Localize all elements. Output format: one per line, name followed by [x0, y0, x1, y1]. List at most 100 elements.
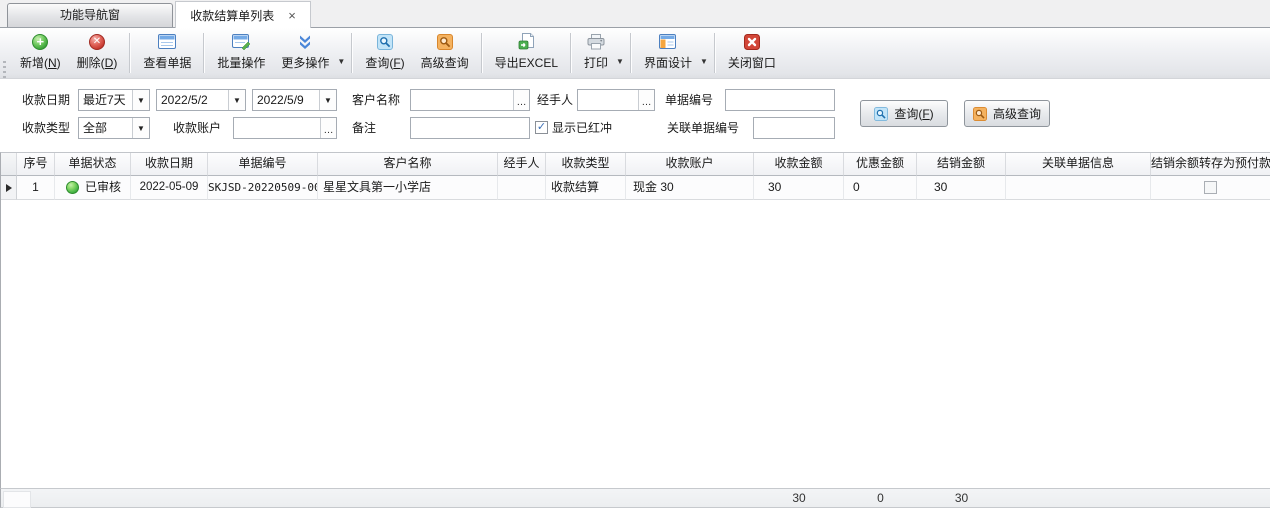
date-from-select[interactable]: 2022/5/2 ▼: [156, 89, 246, 111]
receipt-type-select[interactable]: 全部 ▼: [78, 117, 150, 139]
remark-field: [410, 117, 530, 139]
customer-lookup-ellipsis-button[interactable]: …: [513, 90, 529, 110]
cell-transfer-prepay: [1151, 176, 1270, 200]
doc-no-field: [725, 89, 835, 111]
receipt-account-input[interactable]: [234, 118, 320, 138]
date-range-select[interactable]: 最近7天 ▼: [78, 89, 150, 111]
show-reversed-label[interactable]: 显示已红冲: [552, 117, 612, 139]
toolbar-separator: [570, 33, 572, 73]
add-icon: +: [31, 33, 49, 50]
tab-function-nav[interactable]: 功能导航窗: [7, 3, 173, 27]
chevron-down-icon[interactable]: ▼: [228, 90, 245, 110]
cell-account: 现金 30: [626, 176, 754, 200]
doc-no-input[interactable]: [726, 90, 834, 110]
advanced-query-panel-button[interactable]: 高级查询: [964, 100, 1050, 127]
cell-customer: 星星文具第一小学店: [318, 176, 498, 200]
more-ops-dropdown-caret-icon[interactable]: ▼: [337, 57, 345, 66]
receipt-account-field: …: [233, 117, 337, 139]
chevron-down-icon[interactable]: ▼: [319, 90, 336, 110]
col-header-status[interactable]: 单据状态: [55, 153, 131, 176]
close-window-button[interactable]: 关闭窗口: [720, 28, 784, 78]
cell-date: 2022-05-09: [131, 176, 208, 200]
col-header-date[interactable]: 收款日期: [131, 153, 208, 176]
col-header-account[interactable]: 收款账户: [626, 153, 754, 176]
batch-ops-button[interactable]: 批量操作: [209, 28, 273, 78]
batch-ops-icon: [232, 33, 250, 50]
cell-related: [1006, 176, 1151, 200]
handler-lookup-ellipsis-button[interactable]: …: [638, 90, 654, 110]
ui-design-button[interactable]: 界面设计: [636, 28, 700, 78]
related-doc-no-input[interactable]: [754, 118, 834, 138]
cell-seq: 1: [17, 176, 55, 200]
grid-header-row: 序号 单据状态 收款日期 单据编号 客户名称 经手人 收款类型 收款账户 收款金…: [1, 153, 1270, 176]
col-header-discount[interactable]: 优惠金额: [844, 153, 917, 176]
col-header-doc-no[interactable]: 单据编号: [208, 153, 318, 176]
remark-input[interactable]: [411, 118, 529, 138]
app-window: 功能导航窗 收款结算单列表 × + 新增(N) ✕ 删除(D): [0, 0, 1270, 512]
query-button[interactable]: 查询(F): [357, 28, 412, 78]
col-header-transfer-prepay[interactable]: 结销余额转存为预付款: [1151, 153, 1270, 176]
toolbar-separator: [714, 33, 716, 73]
header-row-marker: [1, 153, 17, 176]
summary-settle: 30: [917, 489, 1006, 507]
tab-label: 收款结算单列表: [190, 7, 274, 24]
cell-type: 收款结算: [546, 176, 626, 200]
data-grid: 序号 单据状态 收款日期 单据编号 客户名称 经手人 收款类型 收款账户 收款金…: [0, 152, 1270, 508]
summary-amount: 30: [754, 489, 844, 507]
more-ops-icon: [296, 33, 314, 50]
query-submit-button[interactable]: 查询(F): [860, 100, 948, 127]
toolbar-separator: [203, 33, 205, 73]
advanced-search-icon: [973, 107, 987, 121]
transfer-prepay-checkbox[interactable]: [1204, 181, 1217, 194]
show-reversed-checkbox[interactable]: ✓: [535, 121, 548, 134]
cell-handler: [498, 176, 546, 200]
advanced-query-button[interactable]: 高级查询: [413, 28, 477, 78]
handler-input[interactable]: [578, 90, 638, 110]
row-arrow-icon: [6, 184, 12, 192]
cell-amount: 30: [754, 176, 844, 200]
view-doc-button[interactable]: 查看单据: [135, 28, 199, 78]
export-excel-icon: [517, 33, 535, 50]
add-button[interactable]: + 新增(N): [12, 28, 69, 78]
doc-no-label: 单据编号: [665, 89, 713, 111]
ui-design-dropdown-caret-icon[interactable]: ▼: [700, 57, 708, 66]
customer-name-label: 客户名称: [352, 89, 400, 111]
toolbar: + 新增(N) ✕ 删除(D) 查看单据: [0, 28, 1270, 79]
summary-bar: 30 0 30: [0, 488, 1270, 508]
table-row[interactable]: 1 已审核 2022-05-09 SKJSD-20220509-0001 星星文…: [1, 176, 1270, 200]
related-doc-no-label: 关联单据编号: [667, 117, 739, 139]
date-to-select[interactable]: 2022/5/9 ▼: [252, 89, 337, 111]
more-ops-button[interactable]: 更多操作: [273, 28, 337, 78]
current-row-marker: [1, 176, 17, 200]
export-excel-button[interactable]: 导出EXCEL: [487, 28, 566, 78]
filter-panel: 收款日期 最近7天 ▼ 2022/5/2 ▼ 2022/5/9 ▼ 客户名称 ……: [0, 80, 1270, 150]
delete-icon: ✕: [88, 33, 106, 50]
tab-receipt-settlement-list[interactable]: 收款结算单列表 ×: [175, 1, 311, 28]
col-header-related[interactable]: 关联单据信息: [1006, 153, 1151, 176]
search-icon: [376, 33, 394, 50]
cell-discount: 0: [844, 176, 917, 200]
col-header-seq[interactable]: 序号: [17, 153, 55, 176]
account-lookup-ellipsis-button[interactable]: …: [320, 118, 336, 138]
col-header-settle[interactable]: 结销金额: [917, 153, 1006, 176]
tab-close-icon[interactable]: ×: [288, 9, 296, 22]
print-dropdown-caret-icon[interactable]: ▼: [616, 57, 624, 66]
toolbar-separator: [129, 33, 131, 73]
remark-label: 备注: [352, 117, 376, 139]
ui-design-icon: [659, 33, 677, 50]
handler-field: …: [577, 89, 655, 111]
delete-button[interactable]: ✕ 删除(D): [69, 28, 126, 78]
chevron-down-icon[interactable]: ▼: [132, 90, 149, 110]
col-header-amount[interactable]: 收款金额: [754, 153, 844, 176]
chevron-down-icon[interactable]: ▼: [132, 118, 149, 138]
close-window-icon: [743, 33, 761, 50]
tab-bar: 功能导航窗 收款结算单列表 ×: [0, 0, 1270, 28]
col-header-customer[interactable]: 客户名称: [318, 153, 498, 176]
col-header-handler[interactable]: 经手人: [498, 153, 546, 176]
col-header-type[interactable]: 收款类型: [546, 153, 626, 176]
customer-name-input[interactable]: [411, 90, 513, 110]
checkmark-icon: ✓: [537, 122, 546, 133]
advanced-search-icon: [436, 33, 454, 50]
print-button[interactable]: 打印: [576, 28, 616, 78]
toolbar-separator: [351, 33, 353, 73]
